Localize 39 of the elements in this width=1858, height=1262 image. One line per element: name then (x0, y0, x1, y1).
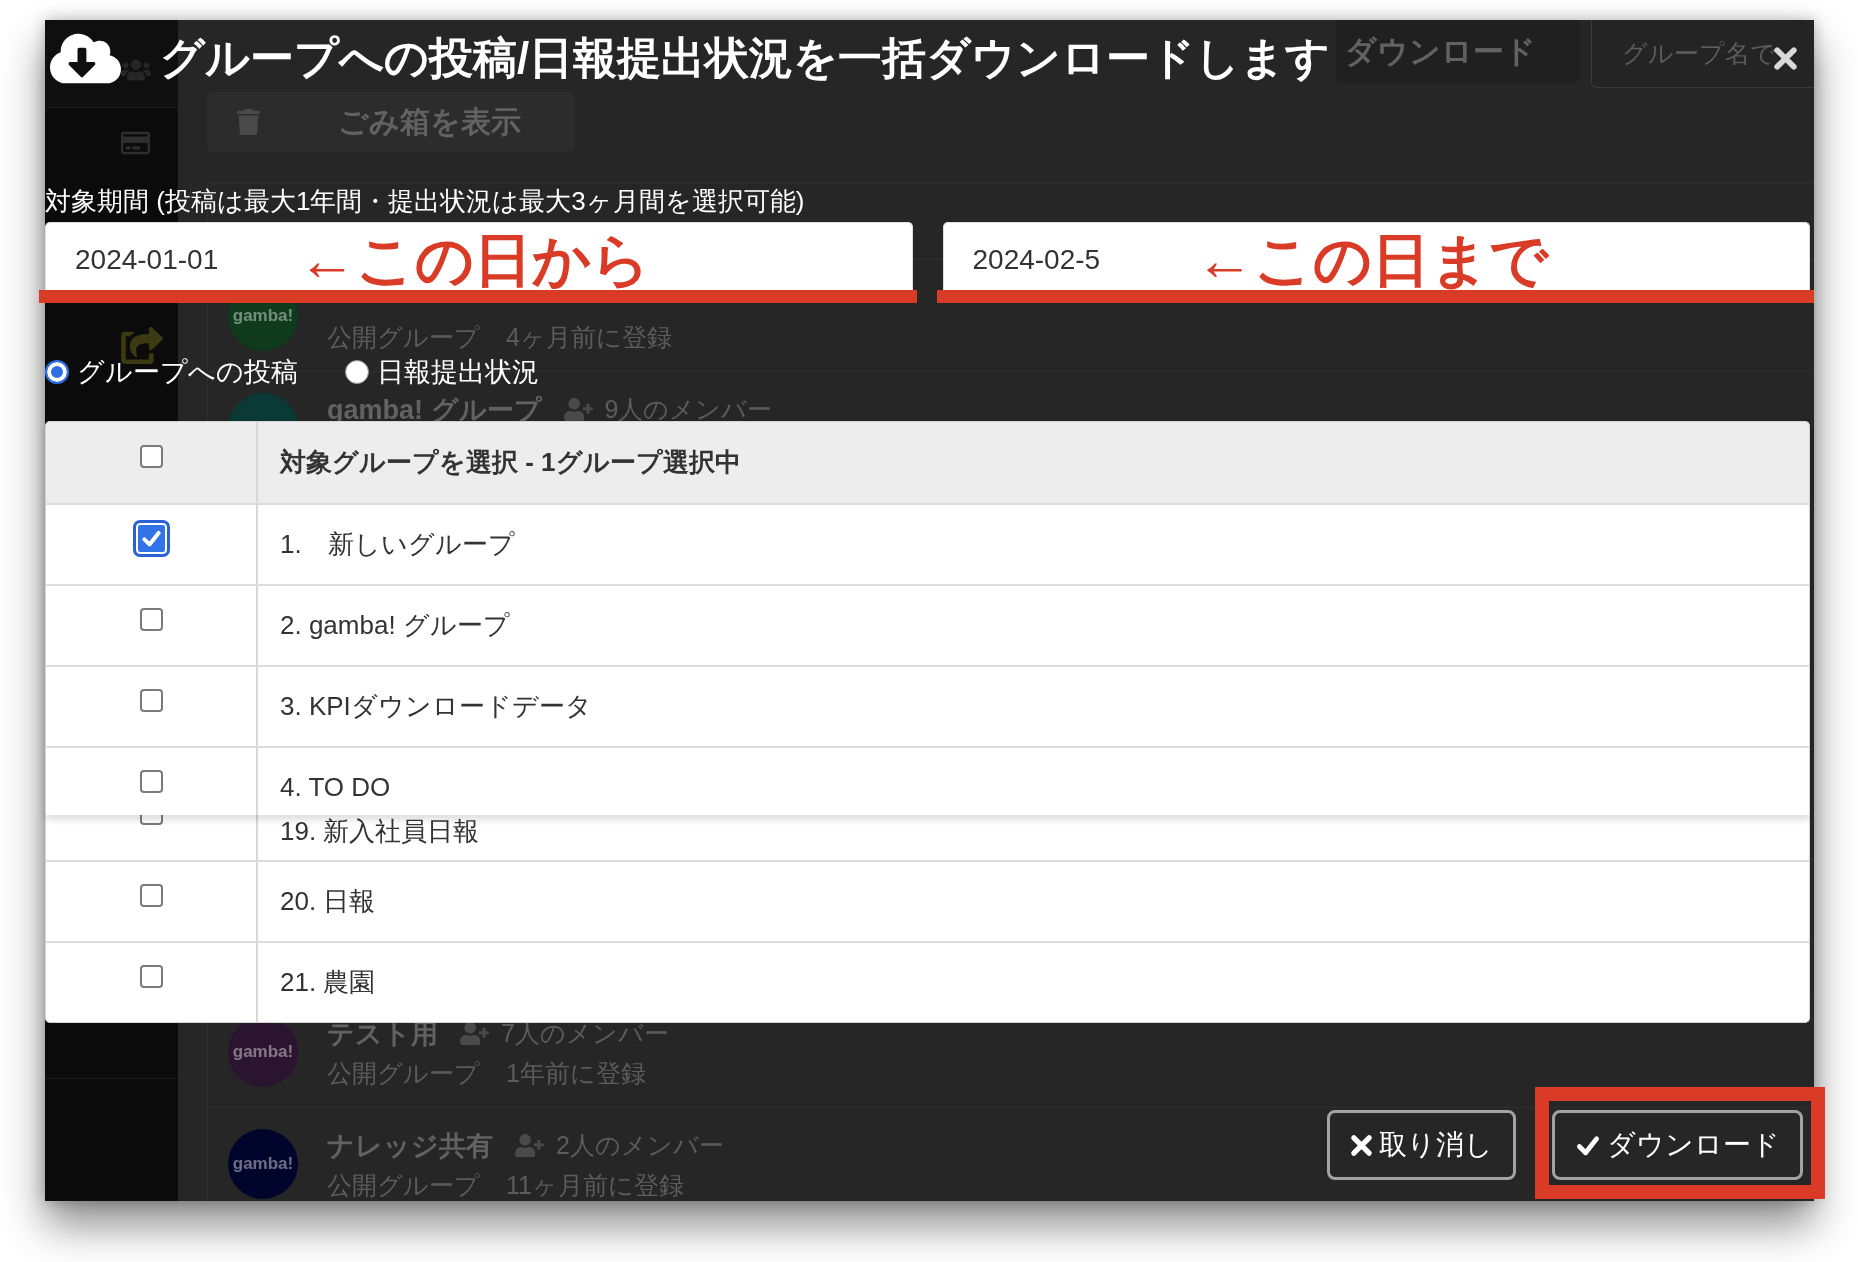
header-title: 対象グループを選択 - 1グループ選択中 (280, 446, 741, 479)
person-plus-icon (515, 1134, 544, 1157)
checkbox[interactable] (139, 884, 163, 907)
cancel-button[interactable]: 取り消し (1327, 1110, 1516, 1180)
checkmark-icon (141, 529, 161, 548)
annotation-text: ←この日から (298, 230, 650, 290)
checkbox[interactable] (139, 770, 163, 793)
checkbox[interactable] (139, 965, 163, 988)
download-button[interactable]: ダウンロード (1552, 1110, 1803, 1180)
date-field[interactable]: 2024-02-5 ←この日まで (942, 222, 1810, 290)
group-name: ナレッジ共有 (327, 1129, 493, 1163)
person-plus-icon (460, 1022, 489, 1045)
radio-button[interactable] (345, 360, 369, 384)
checkmark-icon (1575, 1133, 1601, 1157)
group-name: 20. 日報 (280, 885, 376, 918)
checkbox[interactable] (139, 689, 163, 712)
dialog-title: グループへの投稿/日報提出状況を一括ダウンロードします (160, 32, 1331, 84)
group-name: 2. gamba! グループ (280, 609, 510, 642)
checkbox[interactable] (132, 520, 170, 557)
radio-label[interactable]: 日報提出状況 (377, 354, 539, 390)
group-name: 1. 新しいグループ (280, 528, 515, 561)
trash-icon (237, 109, 260, 135)
person-plus-icon (563, 398, 593, 421)
search-field[interactable]: グループ名で (1591, 20, 1814, 88)
group-name: 4. TO DO (280, 772, 391, 803)
checkbox[interactable] (139, 608, 163, 631)
annotation-text: ←この日まで (1195, 230, 1548, 290)
group-name: 3. KPIダウンロードデータ (280, 690, 592, 723)
close-icon (1350, 1133, 1373, 1157)
group-name: gamba! グループ (327, 393, 542, 427)
avatar: gamba! (228, 1128, 298, 1199)
group-name: 19. 新入社員日報 (280, 817, 480, 845)
date-field[interactable]: 2024-01-01 ←この日から (45, 222, 913, 290)
group-name: 21. 農園 (280, 966, 376, 999)
close-icon[interactable] (1773, 45, 1798, 71)
radio-label[interactable]: グループへの投稿 (77, 354, 298, 390)
period-label: 対象期間 (投稿は最大1年間・提出状況は最大3ヶ月間を選択可能) (45, 185, 806, 218)
checkbox[interactable] (139, 815, 163, 825)
checkbox[interactable] (139, 445, 163, 468)
